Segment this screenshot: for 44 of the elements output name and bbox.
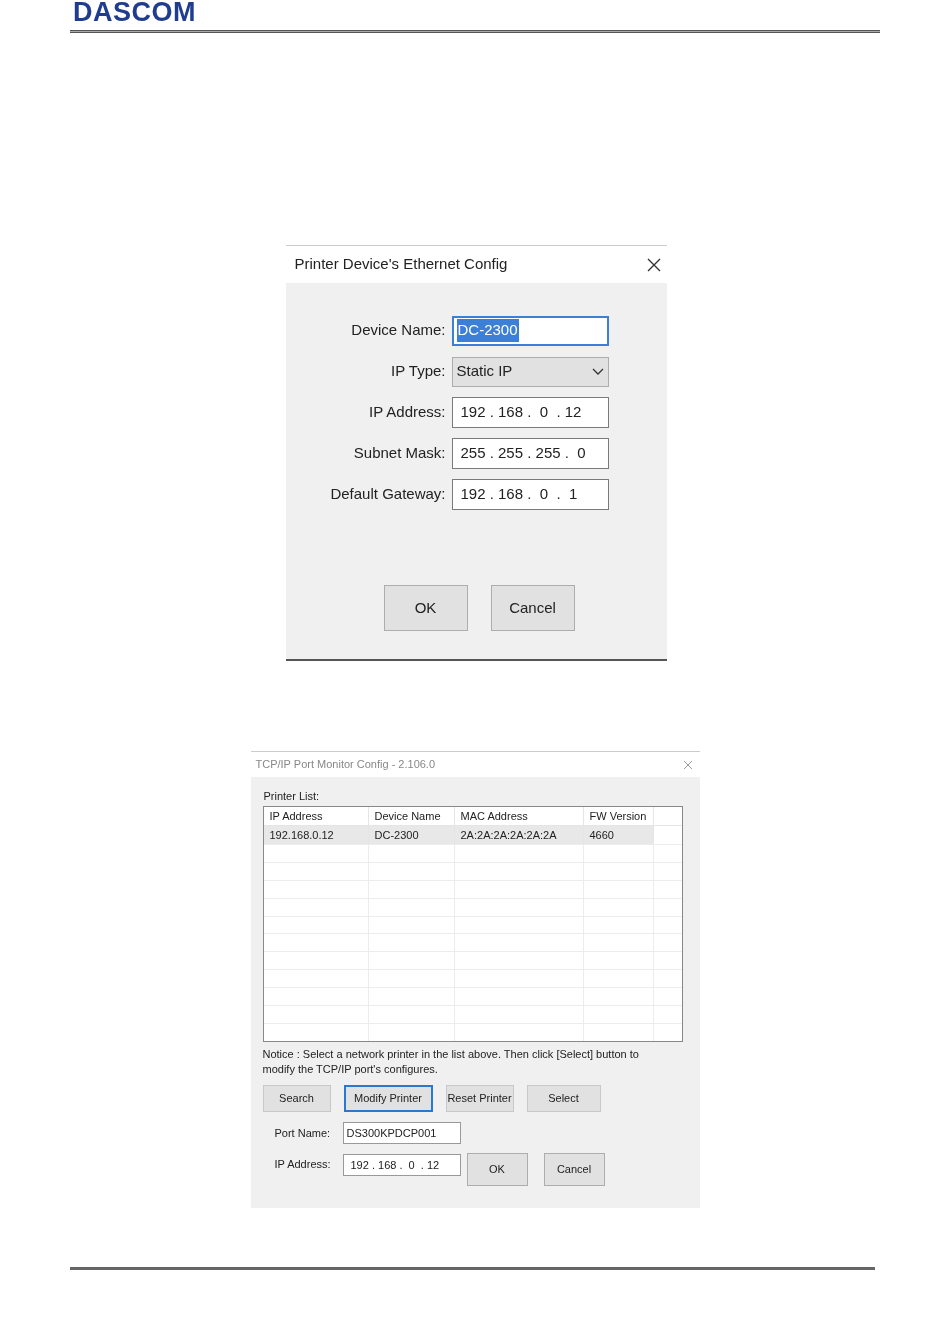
dialog-button[interactable]: OK: [466, 1153, 528, 1186]
dialog-button[interactable]: Cancel: [543, 1153, 605, 1186]
action-button[interactable]: Select: [526, 1085, 601, 1112]
field-label: Default Gateway:: [329, 484, 447, 505]
ip-type-dropdown[interactable]: Static IP: [451, 356, 609, 387]
field-label: IP Type:: [390, 361, 447, 382]
port-name-label: Port Name:: [274, 1125, 332, 1141]
field-label: Subnet Mask:: [352, 443, 447, 464]
action-button[interactable]: Reset Printer: [445, 1085, 514, 1112]
field-label: IP Address:: [368, 402, 447, 423]
device-name-field[interactable]: DC-2300: [451, 315, 609, 346]
ip-field[interactable]: 192 . 168 . 0 . 1: [451, 479, 609, 510]
ip-value: 255 . 255 . 255 . 0: [460, 443, 586, 464]
close-icon[interactable]: [646, 257, 661, 272]
notice-text: Notice : Select a network printer in the list above. Then click [Select] button to modify the TCP/IP port's configures.: [262, 1047, 640, 1077]
table-cell: 4660: [583, 825, 654, 844]
table-cell: DC-2300: [368, 825, 455, 844]
ip-field[interactable]: 255 . 255 . 255 . 0: [451, 438, 609, 469]
list-label: Printer List:: [262, 789, 321, 804]
ip-field[interactable]: 192 . 168 . 0 . 12: [342, 1154, 461, 1176]
table-cell: 2A:2A:2A:2A:2A:2A: [454, 825, 584, 844]
column-header[interactable]: FW Version: [583, 807, 654, 825]
window-title: Printer Device's Ethernet Config: [294, 254, 508, 275]
column-header[interactable]: MAC Address: [454, 807, 584, 825]
dialog-button[interactable]: OK: [383, 585, 468, 631]
field-label: Device Name:: [350, 320, 447, 341]
chevron-down-icon: [591, 367, 604, 376]
ip-value: 192 . 168 . 0 . 12: [460, 402, 582, 423]
ip-value: 192 . 168 . 0 . 12: [350, 1157, 440, 1173]
port-name-field[interactable]: DS300KPDCP001: [342, 1122, 461, 1144]
dialog-button[interactable]: Cancel: [490, 585, 575, 631]
ip-address-label: IP Address:: [274, 1157, 332, 1172]
ip-field[interactable]: 192 . 168 . 0 . 12: [451, 397, 609, 428]
column-header[interactable]: IP Address: [263, 807, 369, 825]
logo: DASCOM: [73, 0, 196, 24]
action-button[interactable]: Search: [262, 1085, 331, 1112]
dropdown-value: Static IP: [456, 361, 513, 382]
ip-value: 192 . 168 . 0 . 1: [460, 484, 578, 505]
action-button[interactable]: Modify Printer: [343, 1085, 433, 1112]
window-title: TCP/IP Port Monitor Config - 2.106.0: [255, 757, 436, 773]
field-value: DC-2300: [456, 319, 519, 342]
column-header[interactable]: Device Name: [368, 807, 455, 825]
field-value: DS300KPDCP001: [346, 1125, 437, 1141]
table-cell: 192.168.0.12: [263, 825, 369, 844]
